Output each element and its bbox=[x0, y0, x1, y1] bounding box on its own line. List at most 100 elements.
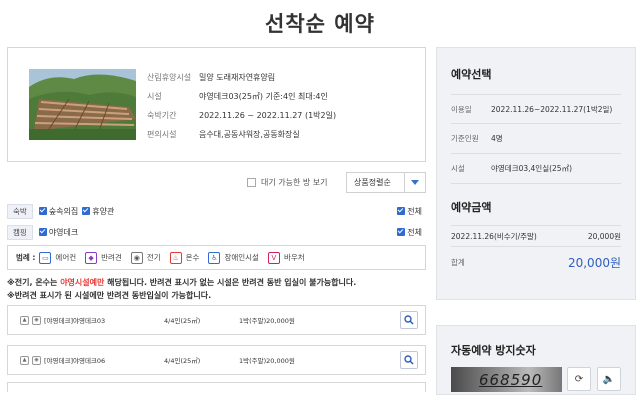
captcha-title: 자동예약 방지숫자 bbox=[451, 344, 536, 357]
facility-value: 야영데크03(25㎡) 기준:4인 최대:4인 bbox=[199, 92, 328, 101]
amount-total: 합계 20,000원 bbox=[451, 247, 621, 277]
page-title: 선착순 예약 bbox=[265, 12, 375, 36]
legend-label: 장애인시설 bbox=[224, 253, 259, 262]
result-icons: ▲ ◉ bbox=[20, 315, 44, 325]
notice-highlight: 야영시설예만 bbox=[60, 278, 105, 287]
selection-row: 이용일 2022.11.26~2022.11.27(1박2일) bbox=[451, 94, 621, 124]
filter-all-label: 전체 bbox=[407, 206, 422, 216]
search-icon[interactable] bbox=[400, 311, 418, 329]
amount-line-value: 20,000원 bbox=[587, 231, 621, 241]
captcha-image: 668590 bbox=[451, 367, 562, 392]
filter-row-camping: 캠핑 야영데크 전체 bbox=[7, 222, 426, 242]
facility-key: 숙박기간 bbox=[147, 111, 177, 120]
legend: 범례 : ▭ 에어컨 ◆ 반려견 ◉ 전기 ♨ 온수 ♿ 장애인시설 V 바우처 bbox=[7, 245, 426, 270]
notice-text: 해당됩니다. 반려견 표시가 없는 시설은 반려견 동반 입실이 불가능합니다. bbox=[104, 278, 357, 287]
waiting-rooms-label: 대기 가능한 방 보기 bbox=[261, 178, 328, 187]
electric-plug-icon: ◉ bbox=[32, 355, 41, 365]
search-icon[interactable] bbox=[400, 351, 418, 369]
filter-row-lodging: 숙박 숲속의집 휴양관 전체 bbox=[7, 201, 426, 221]
legend-item: ♨ 온수 bbox=[169, 251, 200, 264]
filter-all-checkbox[interactable]: 전체 bbox=[397, 206, 422, 217]
filter-tag: 숙박 bbox=[7, 203, 33, 219]
hot-water-icon: ♨ bbox=[169, 251, 182, 264]
captcha-panel: 자동예약 방지숫자 668590 ⟳ 🔈 bbox=[436, 325, 636, 395]
legend-label: 전기 bbox=[146, 253, 161, 262]
amount-line: 2022.11.26(비수기/주말) 20,000원 bbox=[451, 225, 621, 247]
checkbox-checked-icon[interactable] bbox=[38, 228, 47, 236]
dog-icon: ◆ bbox=[85, 251, 98, 264]
facility-key: 편의시설 bbox=[147, 130, 177, 139]
amount-line-label: 2022.11.26(비수기/주말) bbox=[451, 231, 537, 241]
legend-label: 반려견 bbox=[101, 253, 122, 262]
selection-key: 기준인원 bbox=[451, 134, 479, 143]
tent-icon: ▲ bbox=[20, 315, 29, 325]
amount-title: 예약금액 bbox=[451, 201, 492, 214]
facility-row: 시설 야영데크03(25㎡) 기준:4인 최대:4인 bbox=[147, 87, 336, 106]
notice-text: ※전기, 온수는 bbox=[7, 278, 61, 287]
selection-key: 시설 bbox=[451, 164, 465, 173]
filter-checkbox[interactable]: 야영데크 bbox=[38, 227, 79, 238]
amount-total-value: 20,000원 bbox=[567, 255, 621, 270]
result-row bbox=[7, 382, 426, 392]
facility-card: 산림휴양시설 밀양 도래재자연휴양림 시설 야영데크03(25㎡) 기준:4인 … bbox=[7, 47, 426, 162]
facility-photo bbox=[29, 69, 136, 140]
result-name: [야영데크]야영데크03 bbox=[44, 317, 106, 325]
facility-info: 산림휴양시설 밀양 도래재자연휴양림 시설 야영데크03(25㎡) 기준:4인 … bbox=[147, 68, 336, 144]
voucher-icon: V bbox=[267, 251, 280, 264]
legend-item: V 바우처 bbox=[267, 251, 305, 264]
legend-label: 온수 bbox=[185, 253, 200, 262]
amount-total-label: 합계 bbox=[451, 257, 465, 267]
electric-plug-icon: ◉ bbox=[32, 315, 41, 325]
selection-row: 시설 야영데크03,4인실(25㎡) bbox=[451, 154, 621, 184]
result-price: 1박(주말)20,000원 bbox=[239, 317, 295, 325]
selection-value: 2022.11.26~2022.11.27(1박2일) bbox=[491, 104, 613, 114]
tent-icon: ▲ bbox=[20, 355, 29, 365]
electric-plug-icon: ◉ bbox=[130, 251, 143, 264]
selection-row: 기준인원 4명 bbox=[451, 124, 621, 154]
checkbox-checked-icon[interactable] bbox=[82, 207, 91, 215]
chevron-down-icon[interactable] bbox=[404, 173, 425, 192]
selection-title: 예약선택 bbox=[451, 68, 492, 81]
notice: ※전기, 온수는 야영시설예만 해당됩니다. 반려견 표시가 없는 시설은 반려… bbox=[7, 276, 427, 302]
facility-value: 2022.11.26 ~ 2022.11.27 (1박2일) bbox=[199, 111, 337, 120]
facility-key: 산림휴양시설 bbox=[147, 73, 192, 82]
notice-line: ※반려견 표시가 된 시설에만 반려견 동반입실이 가능합니다. bbox=[7, 291, 212, 300]
checkbox-checked-icon[interactable] bbox=[397, 207, 406, 215]
filter-checkbox-label: 숲속의집 bbox=[48, 206, 79, 216]
result-name: [야영데크]야영데크06 bbox=[44, 357, 106, 365]
filter-all-label: 전체 bbox=[407, 227, 422, 237]
facility-row: 숙박기간 2022.11.26 ~ 2022.11.27 (1박2일) bbox=[147, 106, 336, 125]
filter-checkbox[interactable]: 휴양관 bbox=[82, 206, 114, 217]
facility-row: 편의시설 음수대,공동샤워장,공동화장실 bbox=[147, 125, 336, 144]
sort-select[interactable]: 상품정렬순 bbox=[346, 172, 426, 193]
facility-value: 음수대,공동샤워장,공동화장실 bbox=[199, 130, 300, 139]
filter-checkbox-label: 야영데크 bbox=[48, 227, 79, 237]
legend-item: ◉ 전기 bbox=[130, 251, 161, 264]
sort-select-value: 상품정렬순 bbox=[354, 178, 391, 187]
result-row[interactable]: ▲ ◉ [야영데크]야영데크03 4/4인(25㎡) 1박(주말)20,000원 bbox=[7, 305, 426, 335]
legend-label: 에어컨 bbox=[55, 253, 77, 262]
filter-checkbox-label: 휴양관 bbox=[92, 206, 115, 216]
selection-value: 야영데크03,4인실(25㎡) bbox=[491, 164, 572, 173]
filter-all-checkbox[interactable]: 전체 bbox=[397, 227, 422, 238]
result-capacity: 4/4인(25㎡) bbox=[164, 317, 201, 325]
checkbox-checked-icon[interactable] bbox=[38, 207, 47, 215]
reservation-panel: 예약선택 이용일 2022.11.26~2022.11.27(1박2일) 기준인… bbox=[436, 47, 636, 300]
speaker-icon[interactable]: 🔈 bbox=[597, 367, 621, 391]
legend-item: ◆ 반려견 bbox=[85, 251, 122, 264]
selection-value: 4명 bbox=[491, 134, 503, 143]
filter-checkbox[interactable]: 숲속의집 bbox=[38, 206, 79, 217]
waiting-rooms-checkbox[interactable] bbox=[247, 178, 256, 187]
waiting-rooms-toggle[interactable]: 대기 가능한 방 보기 bbox=[247, 177, 328, 188]
facility-value: 밀양 도래재자연휴양림 bbox=[199, 73, 276, 82]
checkbox-checked-icon[interactable] bbox=[397, 228, 406, 236]
refresh-icon[interactable]: ⟳ bbox=[567, 367, 591, 391]
legend-item: ▭ 에어컨 bbox=[39, 251, 77, 264]
result-row[interactable]: ▲ ◉ [야영데크]야영데크06 4/4인(25㎡) 1박(주말)20,000원 bbox=[7, 345, 426, 375]
filter-tag: 캠핑 bbox=[7, 224, 33, 240]
result-price: 1박(주말)20,000원 bbox=[239, 357, 295, 365]
captcha-code: 668590 bbox=[479, 371, 543, 389]
legend-title: 범례 : bbox=[16, 253, 36, 262]
